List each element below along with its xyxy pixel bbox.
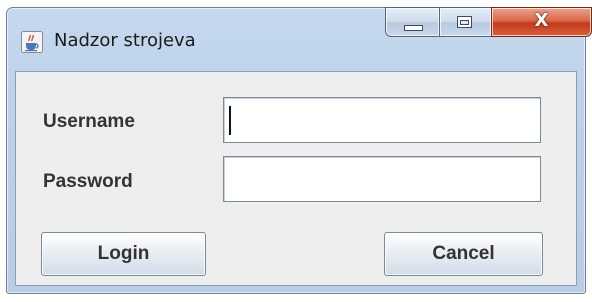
- minimize-button[interactable]: [385, 7, 439, 37]
- password-label: Password: [43, 171, 133, 192]
- close-button[interactable]: X: [491, 7, 592, 37]
- close-icon: X: [534, 10, 549, 31]
- text-caret: [229, 106, 231, 135]
- username-field[interactable]: [223, 97, 541, 143]
- login-window: Nadzor strojeva X Username Password Logi…: [6, 7, 592, 294]
- minimize-icon: [404, 25, 423, 31]
- window-title: Nadzor strojeva: [54, 30, 196, 51]
- username-label: Username: [43, 111, 135, 132]
- maximize-button[interactable]: [439, 7, 491, 37]
- caption-buttons: X: [385, 7, 592, 39]
- java-cup-icon[interactable]: [21, 31, 43, 53]
- maximize-icon: [457, 16, 472, 28]
- login-form: Username Password Login Cancel: [15, 71, 577, 286]
- password-field[interactable]: [223, 156, 541, 202]
- title-bar[interactable]: Nadzor strojeva X: [7, 7, 592, 71]
- cancel-button[interactable]: Cancel: [384, 232, 543, 276]
- login-button[interactable]: Login: [41, 232, 206, 276]
